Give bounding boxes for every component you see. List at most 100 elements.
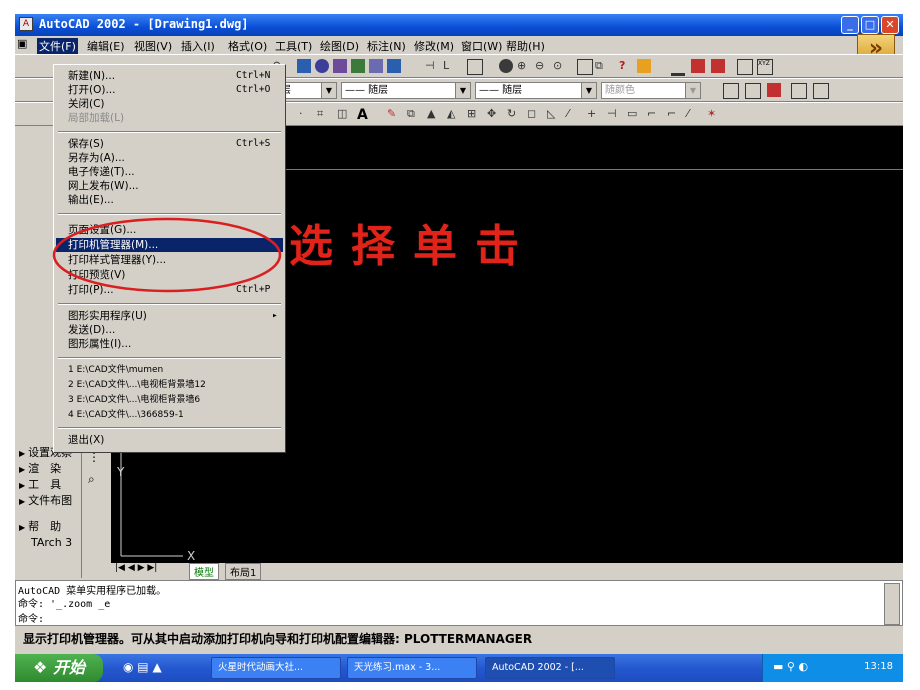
text-style-icon[interactable]	[737, 59, 753, 75]
menu-insert[interactable]: 插入(I)	[181, 38, 215, 54]
command-prompt[interactable]: 命令:	[18, 610, 44, 625]
zoom-in-icon[interactable]: ⊕	[517, 59, 531, 73]
zoom-previous-icon[interactable]	[351, 59, 365, 73]
menu-format[interactable]: 格式(O)	[228, 38, 267, 54]
stretch-icon[interactable]: ◺	[547, 107, 561, 121]
recent-file-2[interactable]: 2 E:\CAD文件\...\电视柜背景墙12	[56, 378, 283, 392]
side-item-file-layout[interactable]: ▶ 文件布图	[19, 492, 72, 508]
block-icon[interactable]	[467, 59, 483, 75]
task-autocad[interactable]: AutoCAD 2002 - [...	[485, 657, 615, 679]
orbit-icon[interactable]	[499, 59, 513, 73]
chamfer-icon[interactable]: ⌐	[647, 107, 661, 121]
break-icon[interactable]: ▭	[627, 107, 641, 121]
menu-item-etransmit[interactable]: 电子传递(T)...	[56, 165, 283, 179]
tab-nav-arrows[interactable]: |◀ ◀ ▶ ▶|	[115, 563, 157, 573]
menu-item-drawing-properties[interactable]: 图形属性(I)...	[56, 337, 283, 351]
menu-help[interactable]: 帮助(H)	[506, 38, 545, 54]
recent-file-1[interactable]: 1 E:\CAD文件\mumen	[56, 363, 283, 377]
menu-item-new[interactable]: 新建(N)... Ctrl+N	[56, 69, 283, 83]
menu-item-publish-web[interactable]: 网上发布(W)...	[56, 179, 283, 193]
menu-tools[interactable]: 工具(T)	[275, 38, 312, 54]
title-bar[interactable]: A AutoCAD 2002 - [Drawing1.dwg] _ □ ✕	[15, 14, 903, 36]
pan-icon[interactable]	[297, 59, 311, 73]
copy-icon[interactable]: ⧉	[407, 107, 421, 121]
command-scrollbar[interactable]	[884, 583, 900, 625]
today-icon[interactable]	[637, 59, 651, 73]
side-item-render[interactable]: ▶ 渲 染	[19, 460, 61, 476]
zoom-out-icon[interactable]: ⊖	[535, 59, 549, 73]
copy-properties-icon[interactable]	[813, 83, 829, 99]
layer-states-icon[interactable]	[767, 83, 781, 97]
menu-item-drawing-utilities[interactable]: 图形实用程序(U) ▸	[56, 309, 283, 323]
menu-file[interactable]: 文件(F)	[37, 38, 78, 54]
erase-icon[interactable]: ✎	[387, 107, 401, 121]
explode-star-icon[interactable]: ✶	[707, 107, 721, 121]
zoom-window-icon[interactable]	[333, 59, 347, 73]
zoom-all-icon[interactable]: ⊙	[553, 59, 567, 73]
design-center-icon[interactable]	[387, 59, 401, 73]
distance-icon[interactable]: ⊣	[425, 59, 439, 73]
menu-modify[interactable]: 修改(M)	[414, 38, 454, 54]
extend-icon[interactable]: ⊣	[607, 107, 621, 121]
layer-manager-icon[interactable]	[671, 59, 685, 76]
fillet-icon[interactable]: ⌐	[667, 107, 681, 121]
command-window[interactable]: AutoCAD 菜单实用程序已加载。 命令: '_.zoom _e 命令:	[15, 580, 903, 626]
quick-launch-icons[interactable]: ◉ ▤ ▲	[123, 660, 162, 674]
color-combo[interactable]: 随颜色 ▼	[601, 82, 701, 99]
tab-layout1[interactable]: 布局1	[225, 563, 262, 580]
menu-item-exit[interactable]: 退出(X)	[56, 433, 283, 447]
menu-item-save[interactable]: 保存(S) Ctrl+S	[56, 137, 283, 151]
menu-item-export[interactable]: 输出(E)...	[56, 193, 283, 207]
task-huoxing[interactable]: 火星时代动画大社...	[211, 657, 341, 679]
menu-item-save-as[interactable]: 另存为(A)...	[56, 151, 283, 165]
menu-dimension[interactable]: 标注(N)	[367, 38, 406, 54]
mirror-icon[interactable]: ▲	[427, 107, 441, 121]
linetype-combo[interactable]: —— 随层 ▼	[341, 82, 471, 99]
move-icon[interactable]: ✥	[487, 107, 501, 121]
recent-file-3[interactable]: 3 E:\CAD文件\...\电视柜背景墙6	[56, 393, 283, 407]
menu-item-send[interactable]: 发送(D)...	[56, 323, 283, 337]
table-icon[interactable]	[577, 59, 593, 75]
menu-item-open[interactable]: 打开(O)... Ctrl+O	[56, 83, 283, 97]
menu-window[interactable]: 窗口(W)	[461, 38, 502, 54]
autocad-app-icon[interactable]: A	[19, 17, 33, 31]
match-properties-icon[interactable]	[791, 83, 807, 99]
plot-icon[interactable]	[723, 83, 739, 99]
ucs-icon[interactable]: L	[443, 59, 457, 73]
rotate-icon[interactable]: ↻	[507, 107, 521, 121]
layout-icon[interactable]: ⧉	[595, 59, 609, 73]
hatch-icon[interactable]: ⌗	[317, 107, 331, 121]
multiline-text-icon[interactable]: A	[357, 107, 371, 123]
array-icon[interactable]: ⊞	[467, 107, 481, 121]
point-icon[interactable]: ·	[299, 107, 313, 121]
xyz-icon[interactable]: XYZ	[757, 59, 773, 75]
zoom-realtime-icon[interactable]	[315, 59, 329, 73]
properties-icon[interactable]	[369, 59, 383, 73]
search-tool-icon[interactable]: ⌕	[88, 472, 95, 487]
print-preview-icon[interactable]	[745, 83, 761, 99]
layer-previous-icon[interactable]	[691, 59, 705, 73]
menu-view[interactable]: 视图(V)	[134, 38, 172, 54]
make-layer-current-icon[interactable]	[711, 59, 725, 73]
offset-icon[interactable]: ◭	[447, 107, 461, 121]
maximize-button[interactable]: □	[861, 16, 879, 34]
help-icon[interactable]: ?	[619, 59, 633, 73]
task-tianguang[interactable]: 天光练习.max - 3...	[347, 657, 477, 679]
menu-draw[interactable]: 绘图(D)	[320, 38, 359, 54]
tray-icons[interactable]: ▬ ⚲ ◐	[773, 660, 808, 673]
start-button[interactable]: ❖ 开始	[15, 654, 103, 682]
close-button[interactable]: ✕	[881, 16, 899, 34]
side-item-tools[interactable]: ▶ 工 具	[19, 476, 61, 492]
recent-file-4[interactable]: 4 E:\CAD文件\...\366859-1	[56, 408, 283, 422]
menu-edit[interactable]: 编辑(E)	[87, 38, 125, 54]
tab-model[interactable]: 模型	[189, 563, 219, 580]
lineweight-combo[interactable]: —— 随层 ▼	[475, 82, 597, 99]
trim-icon[interactable]: +	[587, 107, 601, 121]
lengthen-icon[interactable]: ⁄	[567, 107, 581, 121]
document-icon[interactable]: ▣	[17, 37, 27, 50]
clock[interactable]: 13:18	[864, 661, 893, 672]
region-icon[interactable]: ◫	[337, 107, 351, 121]
explode-icon[interactable]: ⁄	[687, 107, 701, 121]
side-item-help[interactable]: ▶ 帮 助	[19, 518, 61, 534]
scale-icon[interactable]: ◻	[527, 107, 541, 121]
